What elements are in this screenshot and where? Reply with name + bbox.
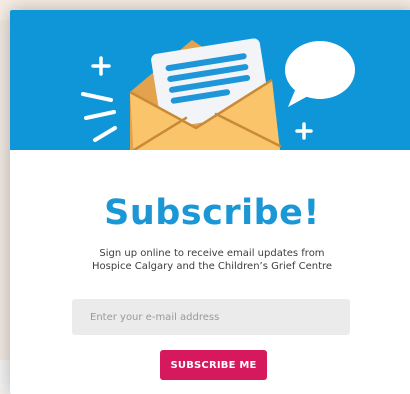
speech-bubble-icon [285, 41, 355, 107]
description-line: Hospice Calgary and the Children’s Grief… [91, 261, 333, 272]
subscribe-modal: Subscribe! Sign up online to receive ema… [10, 10, 410, 394]
hero-banner [10, 10, 410, 150]
hero-illustration [81, 38, 355, 150]
plus-icon [91, 56, 111, 76]
modal-description: Sign up online to receive email updates … [50, 247, 374, 273]
modal-title: Subscribe! [104, 193, 320, 233]
plus-icon [295, 122, 313, 140]
description-line: Sign up online to receive email updates … [99, 248, 325, 259]
subscribe-button[interactable]: SUBSCRIBE ME [160, 350, 267, 380]
email-input[interactable] [72, 299, 350, 335]
sparkle-lines [81, 92, 117, 142]
envelope-with-letter-icon [129, 38, 282, 150]
